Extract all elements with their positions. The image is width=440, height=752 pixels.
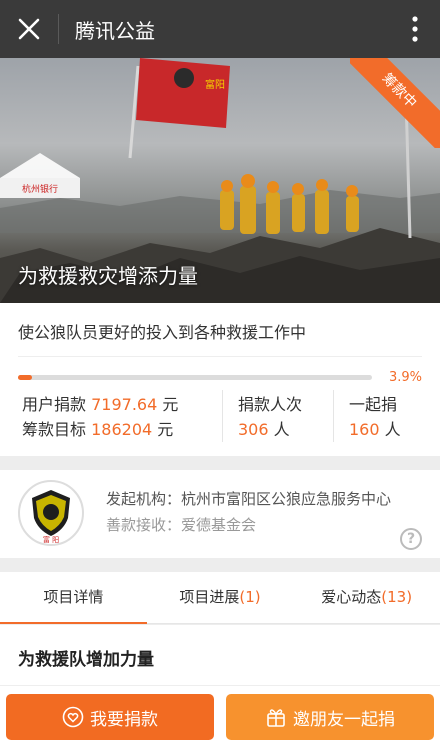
together-unit: 人: [384, 420, 401, 439]
progress-percent: 3.9%: [388, 370, 422, 385]
tab-project-progress[interactable]: 项目进展(1): [147, 572, 294, 623]
status-ribbon: 筹款中: [350, 58, 440, 148]
topbar-divider: [58, 14, 59, 44]
top-bar: 腾讯公益: [0, 0, 440, 58]
donors-stats: 捐款人次 306 人: [238, 392, 302, 442]
heart-icon: [62, 706, 84, 728]
help-icon[interactable]: ?: [400, 528, 422, 550]
raised-value: 7197.64: [91, 395, 158, 414]
target-value: 186204: [91, 420, 153, 439]
tab-count: (13): [381, 588, 413, 606]
stats-divider: [333, 390, 334, 442]
close-icon: [18, 18, 40, 40]
together-value: 160: [349, 420, 380, 439]
together-stats[interactable]: 一起捐 160 人: [349, 392, 401, 442]
donate-button-label: 我要捐款: [90, 709, 158, 730]
stats-divider: [222, 390, 223, 442]
organization-receiver: 善款接收：爱德基金会: [106, 516, 257, 534]
donors-label: 捐款人次: [238, 395, 303, 414]
donors-value: 306: [238, 420, 269, 439]
tab-project-details[interactable]: 项目详情: [0, 572, 147, 624]
together-label: 一起捐: [349, 395, 398, 414]
raised-row: 用户捐款 7197.64 元: [22, 392, 178, 417]
logo-text: 富 阳: [43, 535, 59, 544]
amount-stats: 用户捐款 7197.64 元 筹款目标 186204 元: [22, 392, 178, 442]
flag-text: 富阳: [205, 78, 225, 91]
info-separator: [18, 356, 422, 357]
donate-button[interactable]: 我要捐款: [6, 694, 214, 740]
project-title: 为救援救灾增添力量: [18, 264, 198, 288]
raised-unit: 元: [162, 395, 179, 414]
detail-section: 为救援队增加力量: [0, 625, 440, 685]
donors-unit: 人: [273, 420, 290, 439]
tab-bar: 项目详情 项目进展(1) 爱心动态(13): [0, 572, 440, 624]
tab-love-activity[interactable]: 爱心动态(13): [293, 572, 440, 623]
progress-bar: [18, 375, 372, 380]
target-label: 筹款目标: [22, 420, 87, 439]
tab-label: 爱心动态: [321, 588, 382, 606]
organization-logo: 富 阳: [18, 480, 84, 546]
project-description: 使公狼队员更好的投入到各种救援工作中: [18, 323, 307, 342]
hero-image[interactable]: 杭州银行 富阳 筹款中 为救援救灾增添力量: [0, 58, 440, 303]
detail-title: 为救援队增加力量: [18, 650, 154, 670]
raised-label: 用户捐款: [22, 395, 87, 414]
close-button[interactable]: [0, 0, 58, 58]
gift-icon: [267, 709, 285, 727]
more-button[interactable]: [390, 0, 440, 58]
progress-bar-fill: [18, 375, 32, 380]
app-title: 腾讯公益: [75, 18, 155, 43]
tab-label: 项目详情: [43, 588, 104, 606]
tab-label: 项目进展: [179, 588, 240, 606]
bottom-action-bar: 我要捐款 邀朋友一起捐: [0, 685, 440, 752]
more-vertical-icon: [412, 16, 418, 42]
tent-text: 杭州银行: [22, 183, 58, 195]
status-ribbon-label: 筹款中: [350, 58, 440, 148]
wolf-badge-icon: 富 阳: [32, 490, 70, 544]
organization-card[interactable]: 富 阳 发起机构：杭州市富阳区公狼应急服务中心 善款接收：爱德基金会 ?: [0, 470, 440, 558]
invite-friends-button[interactable]: 邀朋友一起捐: [226, 694, 434, 740]
invite-button-label: 邀朋友一起捐: [293, 709, 395, 730]
target-unit: 元: [157, 420, 174, 439]
target-row: 筹款目标 186204 元: [22, 417, 178, 442]
tab-count: (1): [239, 588, 261, 606]
organization-initiator: 发起机构：杭州市富阳区公狼应急服务中心: [106, 490, 392, 508]
